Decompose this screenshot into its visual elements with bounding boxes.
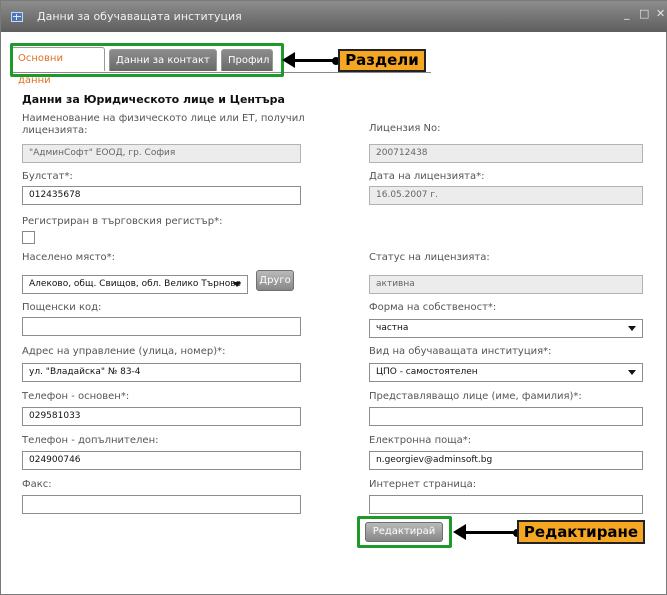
settlement-select[interactable]: Алеково, общ. Свищов, обл. Велико Търнов… bbox=[22, 275, 248, 294]
address-input[interactable]: ул. "Владайска" № 83-4 bbox=[22, 363, 301, 382]
chevron-down-icon bbox=[233, 282, 241, 287]
address-label: Адрес на управление (улица, номер)*: bbox=[22, 346, 226, 357]
maximize-icon[interactable]: □ bbox=[639, 8, 649, 20]
edit-callout: Редактиране bbox=[517, 520, 645, 544]
phone-main-input[interactable]: 029581033 bbox=[22, 407, 301, 426]
window-title: Данни за обучаващата институция bbox=[37, 10, 242, 23]
window-icon bbox=[11, 12, 23, 22]
sections-callout: Раздели bbox=[338, 49, 426, 72]
bulstat-input[interactable]: 012435678 bbox=[22, 186, 301, 205]
license-date-field: 16.05.2007 г. bbox=[369, 186, 643, 205]
postal-code-input[interactable] bbox=[22, 317, 301, 336]
license-date-label: Дата на лицензията*: bbox=[369, 171, 485, 182]
license-no-field: 200712438 bbox=[369, 144, 643, 163]
email-input[interactable]: n.georgiev@adminsoft.bg bbox=[369, 451, 643, 470]
other-settlement-button[interactable]: Друго bbox=[256, 270, 294, 291]
settlement-value: Алеково, общ. Свищов, обл. Велико Търнов… bbox=[29, 279, 242, 289]
representative-label: Представляващо лице (име, фамилия)*: bbox=[369, 391, 582, 402]
ownership-select[interactable]: частна bbox=[369, 319, 643, 338]
person-name-field: "АдминСофт" ЕООД, гр. София bbox=[22, 144, 301, 163]
bulstat-label: Булстат*: bbox=[22, 171, 73, 182]
dialog-window: Данни за обучаващата институция _ □ ✕ Ос… bbox=[0, 0, 667, 595]
phone-extra-label: Телефон - допълнителен: bbox=[22, 435, 159, 446]
tabs-highlight-box bbox=[10, 43, 284, 77]
phone-extra-input[interactable]: 024900746 bbox=[22, 451, 301, 470]
website-input[interactable] bbox=[369, 495, 643, 514]
chevron-down-icon bbox=[628, 370, 636, 375]
license-status-label: Статус на лицензията: bbox=[369, 252, 490, 263]
ownership-label: Форма на собственост*: bbox=[369, 302, 497, 313]
representative-input[interactable] bbox=[369, 407, 643, 426]
ownership-value: частна bbox=[376, 323, 409, 333]
sections-arrow-line bbox=[293, 59, 336, 62]
edit-arrow-line bbox=[464, 531, 517, 534]
institution-type-value: ЦПО - самостоятелен bbox=[376, 367, 478, 377]
registered-label: Регистриран в търговския регистър*: bbox=[22, 216, 223, 227]
title-bar[interactable]: Данни за обучаващата институция _ □ ✕ bbox=[1, 1, 667, 32]
postal-code-label: Пощенски код: bbox=[22, 302, 102, 313]
institution-type-select[interactable]: ЦПО - самостоятелен bbox=[369, 363, 643, 382]
close-icon[interactable]: ✕ bbox=[656, 8, 665, 20]
institution-type-label: Вид на обучаващата институция*: bbox=[369, 346, 552, 357]
fax-label: Факс: bbox=[22, 479, 52, 490]
license-status-field: активна bbox=[369, 275, 643, 294]
phone-main-label: Телефон - основен*: bbox=[22, 391, 130, 402]
section-title: Данни за Юридическото лице и Центъра bbox=[22, 93, 285, 106]
person-name-label: Наименование на физическото лице или ЕТ,… bbox=[22, 113, 305, 136]
registered-checkbox[interactable] bbox=[22, 231, 35, 244]
fax-input[interactable] bbox=[22, 495, 301, 514]
license-no-label: Лицензия No: bbox=[369, 123, 441, 134]
email-label: Електронна поща*: bbox=[369, 435, 472, 446]
settlement-label: Населено място*: bbox=[22, 252, 116, 263]
edit-button[interactable]: Редактирай bbox=[365, 522, 443, 542]
chevron-down-icon bbox=[628, 326, 636, 331]
website-label: Интернет страница: bbox=[369, 479, 477, 490]
minimize-icon[interactable]: _ bbox=[624, 8, 630, 20]
